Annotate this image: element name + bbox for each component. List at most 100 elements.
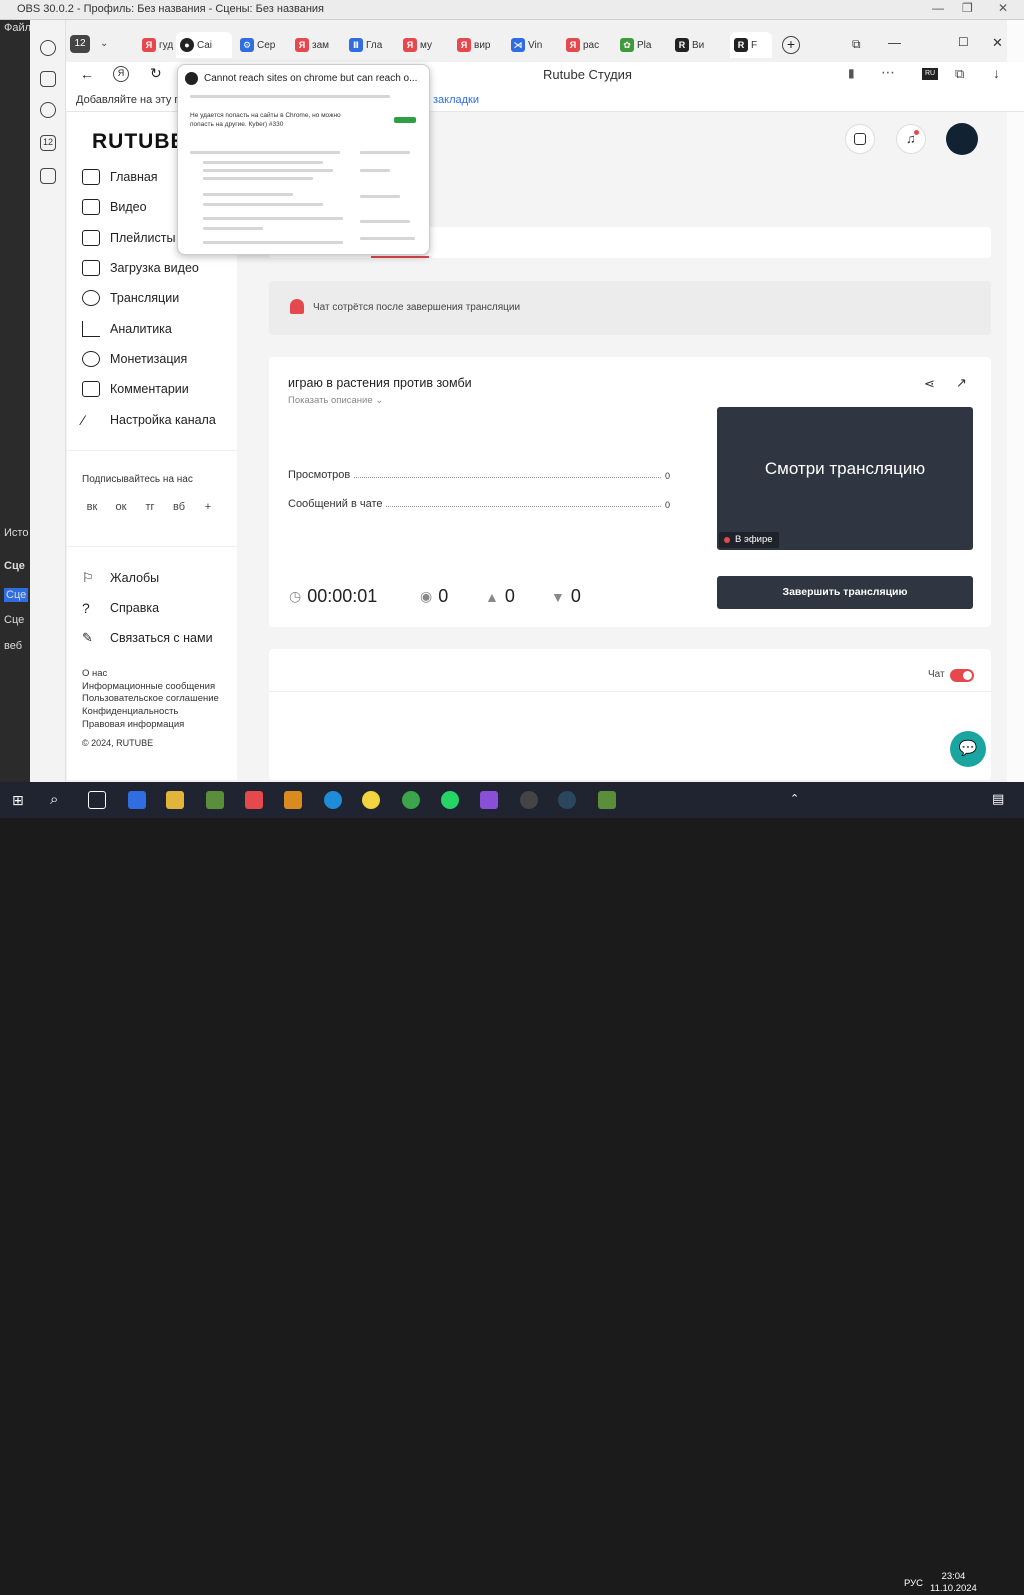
footer-link[interactable]: Пользовательское соглашение	[82, 693, 219, 704]
show-description-link[interactable]: Показать описание ⌄	[288, 395, 383, 406]
external-link-icon[interactable]: ↗	[956, 375, 967, 391]
edge-icon[interactable]	[324, 791, 342, 809]
upload-button[interactable]	[845, 124, 875, 154]
chrome-icon[interactable]	[402, 791, 420, 809]
obs-scrollbar[interactable]	[1007, 20, 1024, 782]
tab[interactable]: R Ви	[675, 34, 711, 56]
tray-chevron-icon[interactable]: ⌃	[790, 792, 799, 805]
history-icon[interactable]	[40, 40, 56, 56]
restore-icon[interactable]: ❐	[962, 1, 973, 15]
system-clock[interactable]: 23:04 11.10.2024	[930, 1571, 977, 1595]
minimize-icon[interactable]: —	[888, 35, 901, 50]
thumb-up-icon: ▲	[485, 588, 499, 605]
obs-menu-file[interactable]: Файл	[4, 22, 31, 34]
sidebar-item-monetization[interactable]: Монетизация	[82, 348, 187, 370]
windows-start-icon[interactable]: ⊞	[12, 792, 24, 809]
app-icon[interactable]	[206, 791, 224, 809]
task-view-icon[interactable]	[88, 791, 106, 809]
notification-dot	[914, 130, 919, 135]
bookmark-link[interactable]: закладки	[433, 94, 479, 106]
tab-active[interactable]: ● Cai	[176, 32, 232, 58]
rutube-logo[interactable]: RUTUBE	[92, 130, 186, 154]
stream-title: играю в растения против зомби	[288, 376, 472, 390]
whatsapp-icon[interactable]	[441, 791, 459, 809]
play-icon[interactable]	[40, 102, 56, 118]
sidebar-item-analytics[interactable]: Аналитика	[82, 318, 172, 340]
tab-rutube-active[interactable]: RF	[730, 32, 772, 58]
folder-icon[interactable]	[166, 791, 184, 809]
sidebar-item-comments[interactable]: Комментарии	[82, 378, 189, 400]
new-tab-button[interactable]: +	[782, 36, 800, 54]
avatar[interactable]	[946, 123, 978, 155]
sidebar-item-channel-settings[interactable]: ⁄ Настройка канала	[82, 409, 216, 431]
app-icon[interactable]	[284, 791, 302, 809]
sidebar-item-broadcasts[interactable]: Трансляции	[82, 287, 179, 309]
tab[interactable]: ✿ Pla	[620, 34, 656, 56]
more-icon[interactable]: ⋯	[881, 64, 895, 81]
app-icon[interactable]	[480, 791, 498, 809]
language-indicator[interactable]: РУС	[904, 1578, 923, 1589]
chevron-down-icon[interactable]: ⌄	[100, 38, 108, 49]
yandex-icon[interactable]: Я	[113, 66, 129, 82]
vk-icon[interactable]: вк	[82, 497, 102, 517]
tab[interactable]: Ягуд	[142, 34, 178, 56]
reload-icon[interactable]: ↻	[150, 65, 162, 82]
footer-link[interactable]: О нас	[82, 668, 107, 679]
ok-icon[interactable]: ок	[111, 497, 131, 517]
notes-icon[interactable]	[40, 71, 56, 87]
footer-link[interactable]: Правовая информация	[82, 719, 184, 730]
extensions-icon[interactable]: ⧉	[955, 66, 964, 82]
clock-date: 11.10.2024	[930, 1583, 977, 1594]
sidebar-item-video[interactable]: Видео	[82, 196, 147, 218]
tab[interactable]: Яму	[403, 34, 439, 56]
sidebar-item-playlists[interactable]: Плейлисты	[82, 227, 175, 249]
back-icon[interactable]: ←	[80, 66, 94, 82]
end-stream-button[interactable]: Завершить трансляцию	[717, 576, 973, 609]
tab[interactable]: ⚙ Сер	[240, 34, 276, 56]
search-icon[interactable]: ⌕	[50, 791, 58, 808]
language-icon[interactable]: RU	[922, 68, 938, 80]
more-social-icon[interactable]: +	[198, 497, 218, 517]
tab-preview-popup[interactable]: Cannot reach sites on chrome but can rea…	[177, 64, 430, 255]
sidebar-item-complaints[interactable]: ⚐ Жалобы	[82, 567, 159, 589]
yandex-icon[interactable]	[245, 791, 263, 809]
obs-icon[interactable]	[520, 791, 538, 809]
vscode-icon: ⋊	[511, 38, 525, 52]
tab[interactable]: Явир	[457, 34, 493, 56]
tab-counter[interactable]: 12	[70, 35, 90, 53]
notifications-button[interactable]: ♫	[896, 124, 926, 154]
footer-link[interactable]: Информационные сообщения	[82, 681, 215, 692]
steam-icon[interactable]	[558, 791, 576, 809]
sidebar-item-home[interactable]: Главная	[82, 166, 158, 188]
close-icon[interactable]: ✕	[992, 35, 1003, 51]
yandex-browser-icon[interactable]	[362, 791, 380, 809]
tab[interactable]: ⋊ Vin	[511, 34, 547, 56]
image-icon[interactable]	[40, 168, 56, 184]
collections-icon[interactable]: ⧉	[852, 37, 861, 52]
app-icon[interactable]	[128, 791, 146, 809]
viber-icon[interactable]: вб	[169, 497, 189, 517]
telegram-icon[interactable]: тг	[140, 497, 160, 517]
tab-count-icon[interactable]: 12	[40, 135, 56, 151]
notifications-icon[interactable]: ▤	[992, 791, 1004, 807]
bookmark-icon[interactable]: ▮	[848, 66, 855, 80]
support-chat-button[interactable]: 💬	[950, 731, 986, 767]
obs-title: OBS 30.0.2 - Профиль: Без названия - Сце…	[17, 3, 324, 15]
close-icon[interactable]: ✕	[998, 1, 1008, 15]
footer-link[interactable]: Конфиденциальность	[82, 706, 178, 717]
stream-preview[interactable]: Смотри трансляцию	[717, 407, 973, 550]
sidebar-item-help[interactable]: ? Справка	[82, 597, 159, 619]
download-icon[interactable]: ↓	[993, 65, 1000, 81]
sidebar-item-contact[interactable]: ✎ Связаться с нами	[82, 627, 213, 649]
sidebar-item-upload[interactable]: Загрузка видео	[82, 257, 199, 279]
tab[interactable]: Ярас	[566, 34, 602, 56]
share-icon[interactable]: ⋖	[924, 376, 935, 392]
tab[interactable]: Ⅱ Гла	[349, 34, 385, 56]
tab[interactable]: Язам	[295, 34, 331, 56]
maximize-icon[interactable]: ☐	[958, 35, 969, 49]
plants-icon[interactable]	[598, 791, 616, 809]
minimize-icon[interactable]: —	[932, 1, 944, 15]
chat-toggle[interactable]	[950, 669, 974, 682]
settings-icon: ⚙	[240, 38, 254, 52]
obs-side-text[interactable]: Сце	[4, 588, 29, 602]
